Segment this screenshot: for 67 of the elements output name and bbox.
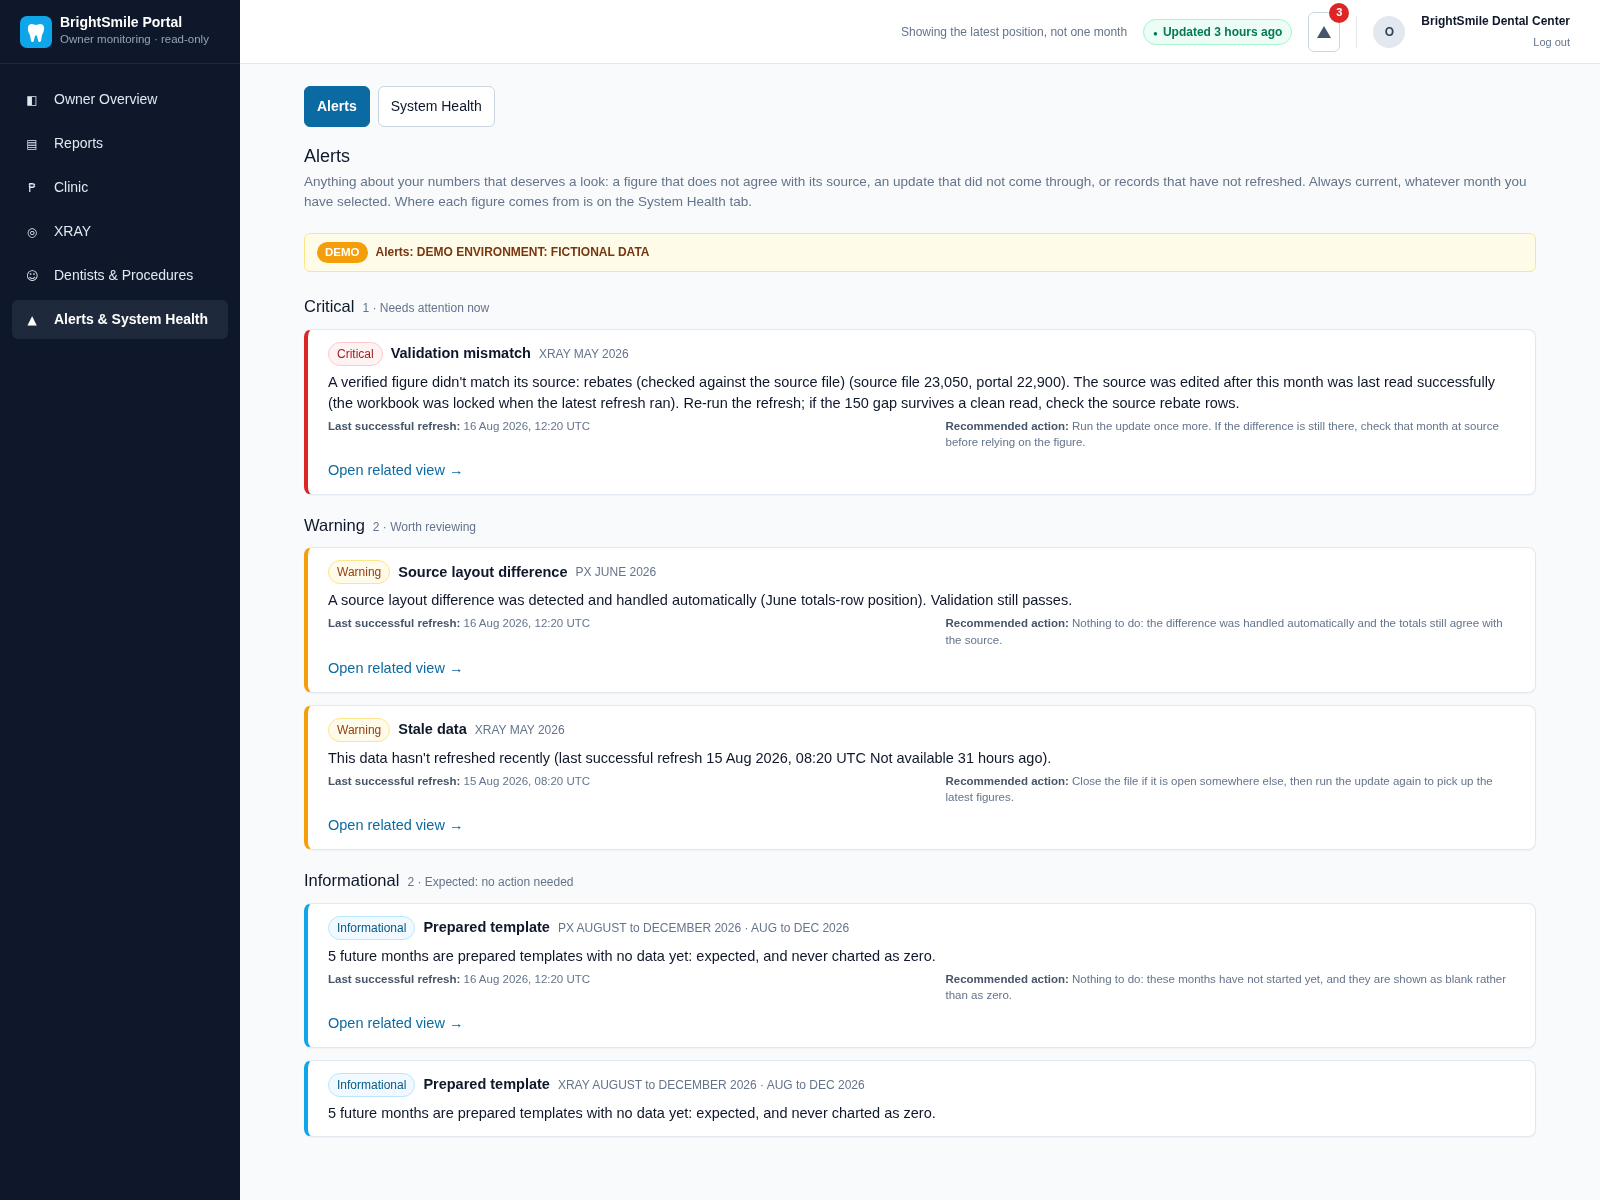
nav-icon: ◎ xyxy=(26,222,38,241)
related-view-link[interactable]: Open related view → xyxy=(328,461,464,478)
nav-icon: ▤ xyxy=(26,134,38,153)
last-refresh: Last successful refresh: 16 Aug 2026, 12:20 UTC xyxy=(328,616,592,632)
demo-tag: DEMO xyxy=(317,241,368,263)
alert-scope: PX AUGUST to DECEMBER 2026 · AUG to DEC 2026 xyxy=(557,919,850,937)
related-view-link[interactable]: Open related view → xyxy=(328,1014,464,1031)
sidebar-item[interactable]: ◎ XRAY xyxy=(12,212,228,251)
alert-scope: PX JUNE 2026 xyxy=(575,564,657,582)
alert-scope: XRAY MAY 2026 xyxy=(538,345,629,363)
alert-title: Validation mismatch xyxy=(390,343,531,363)
alert-scope: XRAY MAY 2026 xyxy=(474,721,565,739)
alert-text: A verified figure didn't match its source: rebates (checked against the source file) (source file 23,050, portal 22,900). The source was edited after this month was last read successfully (the workbook was locked when the latest refresh ran). Re-run the refresh; if the 150 gap survives a clean read, check the source rebate rows. xyxy=(328,372,1497,413)
sidebar-item[interactable]: ◧ Owner Overview xyxy=(12,80,228,119)
severity-badge: Warning xyxy=(328,717,391,742)
page-title: Alerts xyxy=(304,145,351,168)
section-title: Informational xyxy=(304,869,400,891)
last-refresh: Last successful refresh: 16 Aug 2026, 12:20 UTC xyxy=(328,418,592,434)
section-count: 1 · Needs attention now xyxy=(362,299,490,317)
alert-title: Stale data xyxy=(398,719,467,739)
section-title: Critical xyxy=(304,295,355,317)
page-description: Anything about your numbers that deserves a look: a figure that does not agree with its source, an update that did not come through, or records that have not refreshed. Always current, whatever month you have selected. Where each figure comes from is on the System Health tab. xyxy=(304,173,1528,212)
recommended-action: Recommended action: Nothing to do: the difference was handled automatically and the totals still agree with the source. xyxy=(945,616,1504,648)
severity-badge: Informational xyxy=(328,1072,416,1097)
account-name: BrightSmile Dental Center xyxy=(1421,13,1570,31)
sidebar-item[interactable]: ☺ Dentists & Procedures xyxy=(12,256,228,295)
nav-icon: ▲ xyxy=(26,310,38,329)
logo-icon xyxy=(20,15,52,48)
triangle-icon xyxy=(1317,26,1332,39)
banner-text: Alerts: DEMO ENVIRONMENT: FICTIONAL DATA xyxy=(375,244,650,262)
severity-badge: Critical xyxy=(328,341,383,366)
section-count: 2 · Expected: no action needed xyxy=(407,873,574,891)
section-count: 2 · Worth reviewing xyxy=(372,518,476,536)
section-title: Warning xyxy=(304,514,365,536)
alert-text: 5 future months are prepared templates with no data yet: expected, and never charted as zero. xyxy=(328,1103,937,1123)
last-refresh: Last successful refresh: 15 Aug 2026, 08:20 UTC xyxy=(328,773,592,789)
alert-title: Prepared template xyxy=(423,1074,550,1094)
nav-icon: ☺ xyxy=(26,266,38,285)
update-status: Updated 3 hours ago xyxy=(1162,24,1283,39)
sidebar-item[interactable]: ▲ Alerts & System Health xyxy=(12,300,228,339)
scope-note: Showing the latest position, not one month xyxy=(900,23,1128,41)
related-view-link[interactable]: Open related view → xyxy=(328,659,464,676)
brand-subtitle: Owner monitoring · read-only xyxy=(60,32,209,48)
alert-text: This data hasn't refreshed recently (last successful refresh 15 Aug 2026, 08:20 UTC Not available 31 hours ago). xyxy=(328,748,1053,768)
alert-title: Source layout difference xyxy=(398,562,568,582)
brand-title: BrightSmile Portal xyxy=(60,14,184,32)
avatar[interactable]: O xyxy=(1373,15,1406,48)
alert-text: A source layout difference was detected and handled automatically (June totals-row position). Validation still passes. xyxy=(328,591,1074,611)
alert-text: 5 future months are prepared templates with no data yet: expected, and never charted as zero. xyxy=(328,946,937,966)
alert-title: Prepared template xyxy=(423,917,550,937)
severity-badge: Informational xyxy=(328,915,416,940)
sidebar-item[interactable]: ₱ Clinic xyxy=(12,168,228,207)
recommended-action: Recommended action: Run the update once more. If the difference is still there, check that month at source before relying on the figure. xyxy=(945,418,1500,450)
alert-count: 3 xyxy=(1329,2,1350,23)
tab[interactable]: System Health xyxy=(377,86,495,127)
severity-badge: Warning xyxy=(328,560,391,585)
sidebar-item[interactable]: ▤ Reports xyxy=(12,124,228,163)
status-dot: ● xyxy=(1153,28,1158,38)
recommended-action: Recommended action: Close the file if it is open somewhere else, then run the update again to pick up the latest figures. xyxy=(945,773,1494,805)
last-refresh: Last successful refresh: 16 Aug 2026, 12:20 UTC xyxy=(328,971,592,987)
nav-icon: ◧ xyxy=(26,90,38,109)
alert-scope: XRAY AUGUST to DECEMBER 2026 · AUG to DEC 2026 xyxy=(557,1076,865,1094)
related-view-link[interactable]: Open related view → xyxy=(328,816,464,833)
recommended-action: Recommended action: Nothing to do: these months have not started yet, and they are shown as blank rather than as zero. xyxy=(945,971,1508,1003)
tab[interactable]: Alerts xyxy=(304,86,370,127)
nav-icon: ₱ xyxy=(26,178,38,197)
logout-link[interactable]: Log out xyxy=(1533,34,1570,51)
